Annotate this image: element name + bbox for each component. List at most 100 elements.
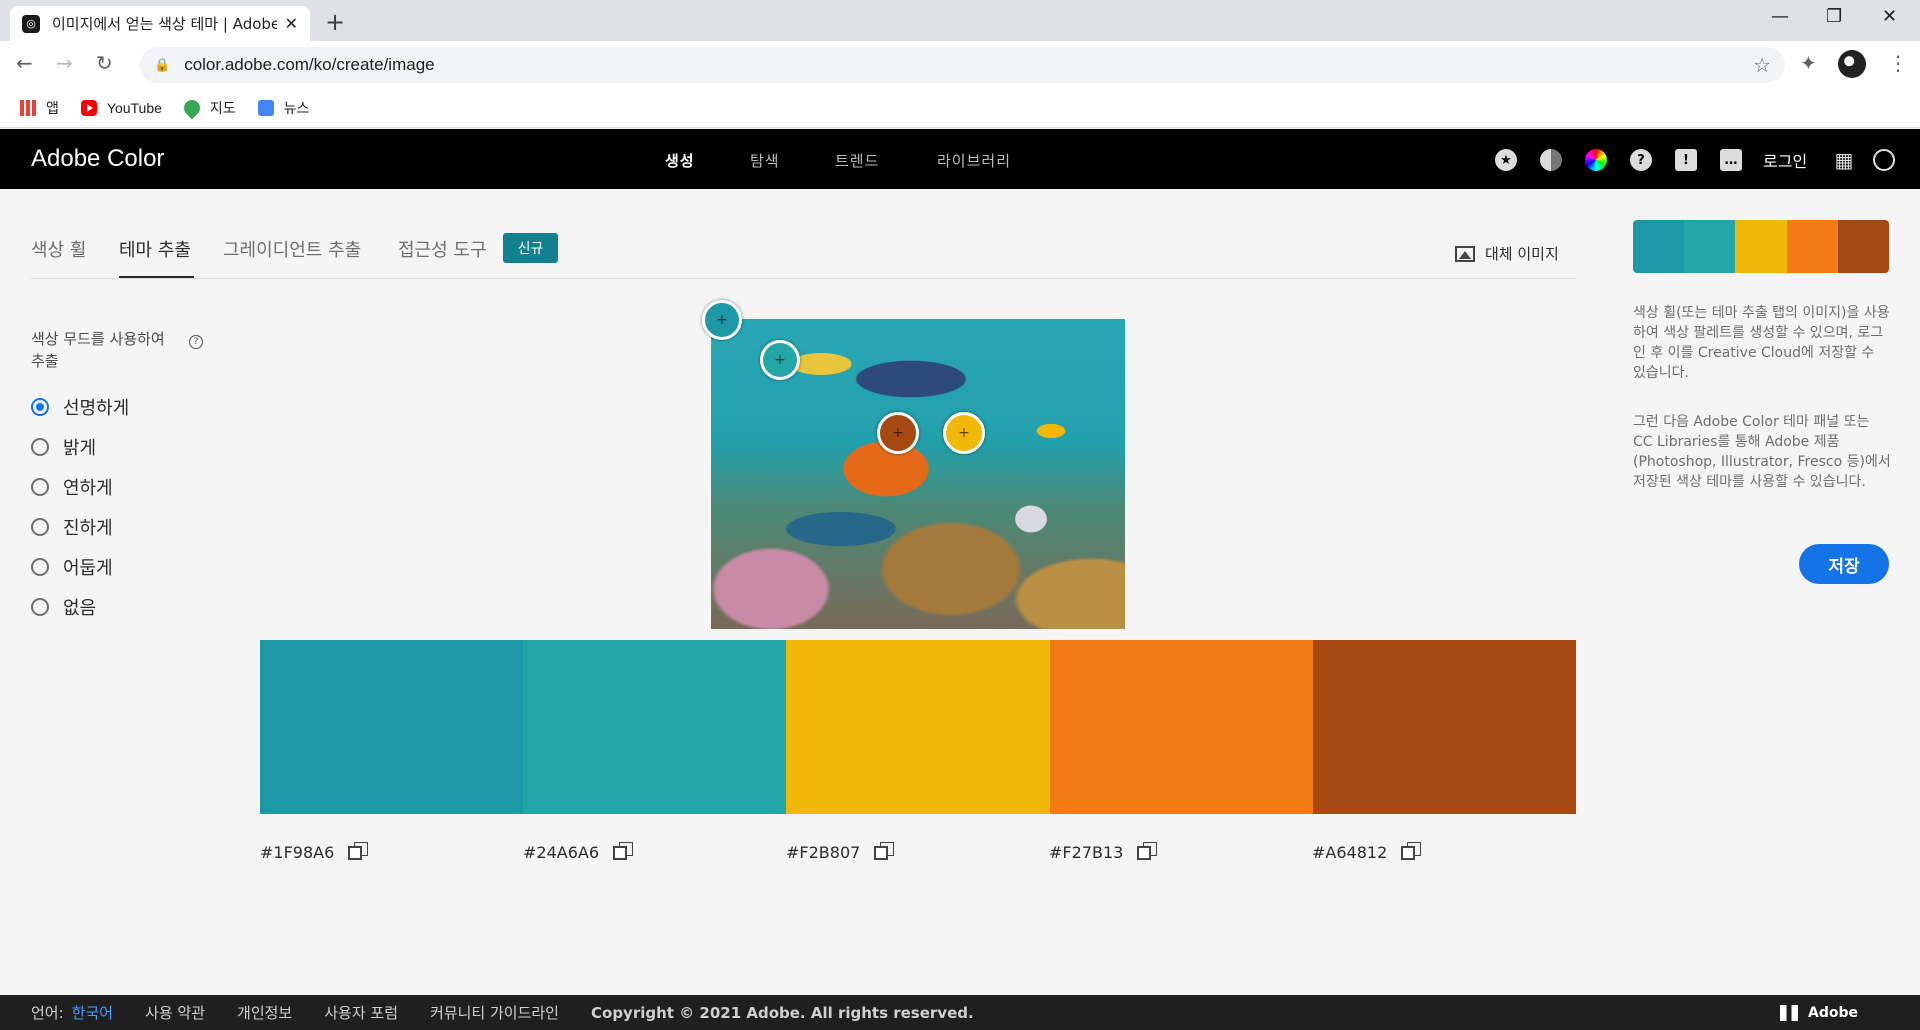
bookmark-label: 뉴스: [283, 99, 310, 116]
minimize-icon[interactable]: —: [1771, 6, 1789, 27]
copy-icon[interactable]: [348, 841, 369, 860]
bookmark-youtube[interactable]: YouTube: [80, 99, 162, 116]
hex-value-4: #F27B13: [1049, 841, 1158, 862]
footer-link-forum[interactable]: 사용자 포럼: [324, 1002, 398, 1023]
chat-icon[interactable]: …: [1720, 149, 1742, 171]
tab-extract-theme[interactable]: 테마 추출: [119, 236, 191, 262]
radio-button[interactable]: [31, 438, 49, 456]
swatch-1[interactable]: [260, 640, 524, 814]
lock-icon: 🔒: [154, 57, 171, 73]
brand-logo[interactable]: Adobe Color: [31, 145, 164, 173]
footer-link-privacy[interactable]: 개인정보: [237, 1002, 292, 1023]
save-button[interactable]: 저장: [1799, 544, 1889, 584]
hex-text: #F27B13: [1049, 843, 1124, 862]
tab-extract-gradient[interactable]: 그레이디언트 추출: [223, 236, 361, 262]
mood-option-deep[interactable]: 진하게: [31, 514, 113, 540]
forward-icon[interactable]: →: [56, 51, 73, 75]
profile-avatar[interactable]: [1838, 50, 1866, 78]
new-badge: 신규: [503, 233, 558, 263]
back-icon[interactable]: ←: [16, 51, 33, 75]
image-icon: [1455, 245, 1475, 262]
mood-option-vivid[interactable]: 선명하게: [31, 394, 129, 420]
color-wheel-icon[interactable]: [1585, 149, 1607, 171]
maximize-icon[interactable]: ❐: [1826, 6, 1842, 27]
color-picker-3[interactable]: +: [943, 412, 985, 454]
divider: [31, 278, 1576, 279]
nav-library[interactable]: 라이브러리: [937, 150, 1011, 171]
browser-tabbar: ◎ 이미지에서 얻는 색상 테마 | Adobe Color ✕ + — ❐ ✕: [0, 0, 1920, 41]
bookmark-label: YouTube: [106, 99, 162, 116]
login-button[interactable]: 로그인: [1763, 148, 1807, 172]
swatch-2[interactable]: [523, 640, 787, 814]
app-header: Adobe Color 생성 탐색 트렌드 라이브러리 ★ ? ! … 로그인 …: [0, 129, 1920, 189]
adobe-logo-icon: [1780, 1004, 1798, 1021]
footer: 언어: 한국어 사용 약관 개인정보 사용자 포럼 커뮤니티 가이드라인 Cop…: [0, 995, 1920, 1030]
radio-button[interactable]: [31, 598, 49, 616]
swatch-3[interactable]: [786, 640, 1050, 814]
color-picker-2[interactable]: +: [760, 340, 800, 380]
footer-link-guidelines[interactable]: 커뮤니티 가이드라인: [430, 1002, 559, 1023]
color-picker-1[interactable]: +: [702, 300, 742, 340]
language-selector[interactable]: 한국어: [72, 1002, 113, 1023]
nav-trends[interactable]: 트렌드: [835, 150, 879, 171]
address-bar[interactable]: 🔒 color.adobe.com/ko/create/image ☆: [140, 47, 1785, 83]
youtube-icon: [80, 99, 97, 116]
bookmark-star-icon[interactable]: ☆: [1753, 53, 1771, 77]
copy-icon[interactable]: [613, 841, 634, 860]
help-icon[interactable]: ?: [1630, 149, 1652, 171]
mood-option-bright[interactable]: 밝게: [31, 434, 96, 460]
extensions-icon[interactable]: ✦: [1800, 51, 1817, 75]
maps-icon: [180, 96, 204, 119]
apps-grid-icon[interactable]: ▦: [1833, 148, 1855, 172]
radio-button[interactable]: [31, 558, 49, 576]
info-icon[interactable]: ?: [189, 335, 203, 349]
language-label: 언어:: [31, 1004, 64, 1022]
tab-accessibility[interactable]: 접근성 도구: [398, 236, 487, 262]
option-label: 연하게: [63, 478, 113, 499]
side-description-2: 그런 다음 Adobe Color 테마 패널 또는 CC Libraries를…: [1633, 414, 1891, 490]
reload-icon[interactable]: ↻: [96, 51, 113, 75]
menu-icon[interactable]: ⋮: [1888, 51, 1908, 75]
new-tab-icon[interactable]: +: [325, 8, 345, 36]
swatch-4[interactable]: [1049, 640, 1313, 814]
mood-option-none[interactable]: 없음: [31, 594, 96, 620]
tab-color-wheel[interactable]: 색상 휠: [31, 236, 86, 262]
adobe-footer-logo[interactable]: Adobe: [1780, 1004, 1890, 1021]
hex-text: #24A6A6: [523, 843, 600, 862]
copy-icon[interactable]: [1401, 841, 1422, 860]
alt-image-button[interactable]: 대체 이미지: [1455, 243, 1559, 264]
tab-title: 이미지에서 얻는 색상 테마 | Adobe Color: [52, 15, 277, 33]
bookmark-news[interactable]: 뉴스: [257, 98, 310, 118]
bookmark-apps[interactable]: 앱: [20, 98, 59, 118]
mood-option-dark[interactable]: 어둡게: [31, 554, 113, 580]
radio-button[interactable]: [31, 478, 49, 496]
bookmark-maps[interactable]: 지도: [180, 96, 236, 119]
contrast-icon[interactable]: [1540, 149, 1562, 171]
hex-text: #1F98A6: [260, 843, 335, 862]
window-close-icon[interactable]: ✕: [1882, 6, 1897, 27]
browser-toolbar: ← → ↻ 🔒 color.adobe.com/ko/create/image …: [0, 41, 1920, 88]
preview-swatch-2: [1684, 220, 1736, 273]
creative-cloud-icon[interactable]: [1873, 149, 1895, 171]
radio-button[interactable]: [31, 398, 49, 416]
color-picker-5[interactable]: +: [877, 412, 919, 454]
option-label: 어둡게: [63, 558, 113, 579]
mood-option-muted[interactable]: 연하게: [31, 474, 113, 500]
radio-button[interactable]: [31, 518, 49, 536]
footer-link-terms[interactable]: 사용 약관: [145, 1002, 205, 1023]
close-tab-icon[interactable]: ✕: [285, 14, 298, 33]
swatch-5[interactable]: [1312, 640, 1577, 814]
copy-icon[interactable]: [1137, 841, 1158, 860]
theme-preview: [1633, 220, 1889, 273]
alert-icon[interactable]: !: [1675, 149, 1697, 171]
star-icon[interactable]: ★: [1495, 149, 1517, 171]
browser-tab[interactable]: ◎ 이미지에서 얻는 색상 테마 | Adobe Color ✕: [10, 6, 310, 41]
hex-text: #F2B807: [786, 843, 861, 862]
nav-create[interactable]: 생성: [665, 150, 695, 171]
preview-swatch-5: [1837, 220, 1889, 273]
nav-explore[interactable]: 탐색: [750, 150, 780, 171]
copyright: Copyright © 2021 Adobe. All rights reser…: [591, 1003, 974, 1022]
copy-icon[interactable]: [874, 841, 895, 860]
bookmark-label: 앱: [46, 99, 59, 116]
preview-swatch-1: [1633, 220, 1685, 273]
